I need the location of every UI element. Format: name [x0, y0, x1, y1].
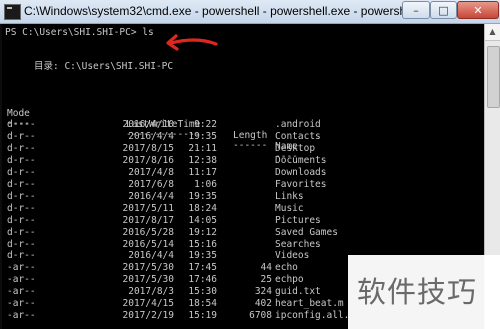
cell-date: 2016/4/4 [128, 190, 174, 202]
cell-mode: d-r-- [7, 226, 36, 238]
cell-length: 25 [260, 274, 272, 286]
cell-mode: -ar-- [7, 310, 36, 322]
cell-name: ipconfig.all. [275, 310, 350, 322]
cell-date: 2017/8/3 [128, 286, 174, 298]
minimize-button[interactable]: – [402, 1, 430, 19]
watermark-text: 软件技巧 [357, 275, 478, 309]
cell-time: 12:38 [188, 154, 217, 166]
cell-time: 9:22 [194, 119, 217, 130]
prompt-line: PS C:\Users\SHI.SHI-PC> ls [5, 27, 154, 38]
cell-name: Contacts [275, 130, 321, 142]
cell-time: 19:35 [188, 250, 217, 262]
cell-mode: d-r-- [7, 142, 36, 154]
cell-time: 11:17 [188, 166, 217, 178]
cell-time: 18:24 [188, 202, 217, 214]
cell-mode: d-r-- [7, 130, 36, 142]
close-button[interactable]: ✕ [457, 1, 499, 19]
cell-time: 15:16 [188, 238, 217, 250]
file-row: d-r-- 2017/8/17 14:05 Pictures [2, 215, 482, 226]
cell-name: Downloads [275, 166, 327, 178]
cell-name: guid.txt [275, 286, 321, 298]
scroll-up-arrow-icon[interactable]: ▲ [485, 24, 500, 41]
cell-name: Music [275, 202, 304, 214]
cell-date: 2017/8/17 [122, 214, 174, 226]
cell-date: 2017/4/8 [128, 166, 174, 178]
cell-date: 2016/4/10 [122, 119, 174, 130]
cell-mode: d-r-- [7, 154, 36, 166]
cell-date: 2016/4/4 [128, 130, 174, 142]
cell-name: Pictures [275, 214, 321, 226]
window-title: C:\Windows\system32\cmd.exe - powershell… [24, 4, 419, 18]
file-row: d-r-- 2016/4/4 19:35 Contacts [2, 131, 482, 142]
red-annotation-arrow-icon [166, 34, 218, 51]
cell-mode: d-r-- [7, 202, 36, 214]
cell-time: 15:30 [188, 286, 217, 298]
cell-mode: d-r-- [7, 178, 36, 190]
cell-name: echpo [275, 274, 304, 286]
cell-date: 2016/5/28 [122, 226, 174, 238]
cell-date: 2017/5/11 [122, 202, 174, 214]
cell-date: 2017/2/19 [122, 310, 174, 322]
cell-mode: d-r-- [7, 238, 36, 250]
cell-date: 2017/4/15 [122, 298, 174, 310]
cell-name: Saved Games [275, 226, 338, 238]
cell-length: 6708 [249, 310, 272, 322]
cell-date: 2017/5/30 [122, 274, 174, 286]
cell-mode: -ar-- [7, 286, 36, 298]
file-row: d-r-- 2017/8/16 12:38 Documents [2, 155, 482, 166]
cell-date: 2016/4/4 [128, 250, 174, 262]
maximize-button[interactable]: □ [430, 1, 457, 19]
cell-mode: d---- [7, 119, 36, 130]
cell-time: 17:45 [188, 262, 217, 274]
cell-mode: -ar-- [7, 274, 36, 286]
file-row: d-r-- 2017/4/8 11:17 Downloads [2, 167, 482, 178]
cell-date: 2017/5/30 [122, 262, 174, 274]
cell-date: 2016/5/14 [122, 238, 174, 250]
cell-name: Videos [275, 250, 310, 262]
file-row: d---- 2016/4/10 9:22 .android [2, 119, 482, 130]
scrollbar-thumb[interactable] [487, 46, 500, 108]
cell-time: 14:05 [188, 214, 217, 226]
title-bar[interactable]: C:\Windows\system32\cmd.exe - powershell… [0, 0, 500, 24]
file-row: d-r-- 2016/5/28 19:12 Saved Games [2, 227, 482, 238]
cell-time: 1:06 [194, 178, 217, 190]
cell-mode: d-r-- [7, 214, 36, 226]
cell-time: 15:19 [188, 310, 217, 322]
cell-name: heart_beat.m [275, 298, 344, 310]
cell-time: 18:54 [188, 298, 217, 310]
cell-time: 19:35 [188, 190, 217, 202]
cell-length: 44 [260, 262, 272, 274]
cell-length: 324 [254, 286, 272, 298]
cell-name: Searches [275, 238, 321, 250]
cell-name: Favorites [275, 178, 327, 190]
cell-time: 19:12 [188, 226, 217, 238]
file-row: d-r-- 2017/6/8 1:06 Favorites [2, 179, 482, 190]
cell-mode: d-r-- [7, 250, 36, 262]
cell-time: 17:46 [188, 274, 217, 286]
console-app-icon [4, 4, 21, 20]
header-underline-row: ---- ------------- ------ ---- [2, 107, 482, 162]
cell-time: 19:35 [188, 130, 217, 142]
cell-mode: -ar-- [7, 298, 36, 310]
cell-name: Links [275, 190, 304, 202]
file-row: d-r-- 2016/4/4 19:35 Links [2, 191, 482, 202]
file-row: d-r-- 2017/8/15 21:11 Desktop [2, 143, 482, 154]
cell-name: Desktop [275, 142, 316, 154]
cell-name: Documents [275, 154, 327, 166]
directory-line: 目录: C:\Users\SHI.SHI-PC [34, 61, 174, 72]
cell-mode: d-r-- [7, 190, 36, 202]
cell-date: 2017/8/16 [122, 154, 174, 166]
cell-length: 402 [254, 298, 272, 310]
cell-name: .android [275, 119, 321, 130]
cell-name: echo [275, 262, 298, 274]
cell-time: 21:11 [188, 142, 217, 154]
cell-date: 2017/6/8 [128, 178, 174, 190]
file-row: d-r-- 2017/5/11 18:24 Music [2, 203, 482, 214]
cell-mode: d-r-- [7, 166, 36, 178]
cell-date: 2017/8/15 [122, 142, 174, 154]
file-row: d-r-- 2016/5/14 15:16 Searches [2, 239, 482, 250]
cell-mode: -ar-- [7, 262, 36, 274]
